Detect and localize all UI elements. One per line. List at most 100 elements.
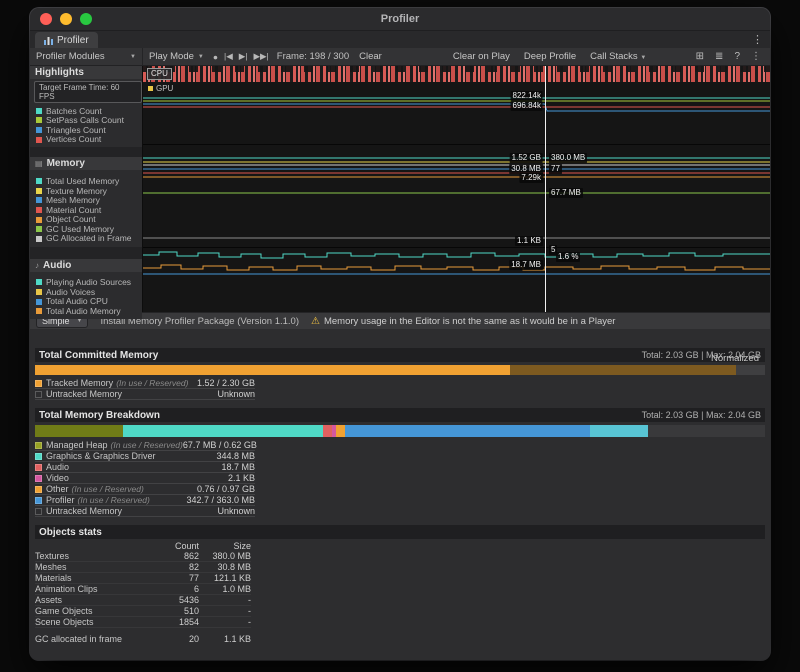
row-label: Game Objects — [35, 606, 155, 616]
zoom-button[interactable] — [80, 13, 92, 25]
legend-row[interactable]: Managed Heap (In use / Reserved) 67.7 MB… — [35, 440, 255, 451]
legend-row[interactable]: Profiler (In use / Reserved) 342.7 / 363… — [35, 495, 255, 506]
legend-item[interactable]: Playing Audio Sources — [30, 278, 142, 288]
titlebar[interactable]: Profiler — [30, 8, 770, 31]
legend-label: GC Allocated in Frame — [46, 234, 132, 243]
table-row-gc-allocated: GC allocated in frame 20 1.1 KB — [35, 634, 251, 644]
toolbar-right-icons: ⊞ ≣ ? ⋮ — [696, 51, 770, 62]
module-audio-header[interactable]: ♪ Audio — [30, 259, 142, 272]
row-count: 82 — [155, 562, 199, 572]
row-size: - — [199, 595, 251, 605]
tab-kebab-menu-icon[interactable]: ⋮ — [752, 33, 763, 46]
table-row: Meshes 82 30.8 MB — [35, 562, 251, 573]
legend-item[interactable]: Texture Memory — [30, 186, 142, 196]
profiler-modules-dropdown[interactable]: Profiler Modules ▼ — [30, 48, 143, 65]
gpu-color-chip — [148, 86, 153, 91]
legend-label: Audio — [46, 462, 69, 472]
legend-item[interactable]: Audio Voices — [30, 287, 142, 297]
kebab-menu-icon[interactable]: ⋮ — [751, 51, 761, 62]
profiler-chart-area[interactable]: CPU GPU — [143, 66, 770, 312]
window-title: Profiler — [30, 13, 770, 25]
legend-item[interactable]: Total Audio CPU — [30, 297, 142, 307]
module-highlights-header[interactable]: Highlights — [30, 66, 142, 79]
tab-profiler[interactable]: Profiler — [35, 32, 98, 48]
legend-item[interactable]: GC Allocated in Frame — [30, 234, 142, 244]
legend-row[interactable]: Video 2.1 KB — [35, 473, 255, 484]
list-icon[interactable]: ≣ — [715, 51, 723, 62]
chevron-down-icon: ▼ — [640, 55, 646, 61]
legend-item[interactable]: SetPass Calls Count — [30, 116, 142, 126]
record-icon[interactable]: ● — [210, 52, 221, 62]
bar-segment — [510, 365, 736, 375]
legend-label: Other — [46, 484, 69, 494]
legend-item[interactable]: Total Used Memory — [30, 176, 142, 186]
legend-row[interactable]: Graphics & Graphics Driver 344.8 MB — [35, 451, 255, 462]
legend-label: Playing Audio Sources — [46, 278, 131, 287]
prev-frame-icon[interactable]: |◀ — [221, 51, 236, 62]
row-label: Scene Objects — [35, 617, 155, 627]
call-stacks-dropdown[interactable]: Call Stacks ▼ — [590, 51, 646, 62]
legend-color-chip — [35, 464, 42, 471]
table-row: Materials 77 121.1 KB — [35, 573, 251, 584]
minimize-button[interactable] — [60, 13, 72, 25]
legend-color-chip — [36, 188, 42, 194]
profiler-toolbar: Profiler Modules ▼ Play Mode ▼ ● |◀ ▶| ▶… — [30, 48, 770, 66]
frame-playhead[interactable] — [545, 66, 546, 312]
legend-row[interactable]: Untracked Memory Unknown — [35, 389, 255, 400]
play-mode-dropdown[interactable]: Play Mode ▼ — [143, 48, 210, 65]
legend-item[interactable]: Vertices Count — [30, 135, 142, 145]
legend-value: 18.7 MB — [221, 462, 255, 472]
legend-item[interactable]: Material Count — [30, 205, 142, 215]
legend-value: 0.76 / 0.97 GB — [197, 484, 255, 494]
chart-value-marker: 1.52 GB — [510, 153, 543, 163]
toolbar-toggles: Clear on Play Deep Profile Call Stacks ▼ — [453, 51, 646, 62]
memory-legend: Total Used Memory Texture Memory Mesh Me… — [30, 170, 142, 246]
close-button[interactable] — [40, 13, 52, 25]
row-count: 6 — [155, 584, 199, 594]
normalized-toggle[interactable]: Normalized — [711, 353, 759, 364]
chart-value-marker: 7.29k — [519, 173, 543, 183]
cpu-row-label[interactable]: CPU — [147, 68, 172, 80]
clear-button[interactable]: Clear — [354, 51, 387, 62]
legend-item[interactable]: GC Used Memory — [30, 224, 142, 234]
legend-row[interactable]: Audio 18.7 MB — [35, 462, 255, 473]
bar-segment — [648, 425, 765, 437]
module-title: Memory — [47, 158, 85, 169]
legend-row[interactable]: Tracked Memory (In use / Reserved) 1.52 … — [35, 378, 255, 389]
gpu-row-label[interactable]: GPU — [148, 84, 173, 93]
legend-item[interactable]: Object Count — [30, 215, 142, 225]
row-size: - — [199, 617, 251, 627]
legend-value: Unknown — [217, 506, 255, 516]
legend-value: Unknown — [217, 389, 255, 399]
module-memory[interactable]: ▤ Memory Total Used Memory Texture Memor… — [30, 157, 142, 246]
legend-item[interactable]: Mesh Memory — [30, 196, 142, 206]
table-row: Game Objects 510 - — [35, 606, 251, 617]
legend-item[interactable]: Total Audio Memory — [30, 306, 142, 316]
bar-segment — [590, 425, 648, 437]
legend-label: Untracked Memory — [46, 389, 122, 399]
help-icon[interactable]: ? — [734, 51, 740, 62]
legend-item[interactable]: Triangles Count — [30, 125, 142, 135]
legend-item[interactable]: Batches Count — [30, 106, 142, 116]
clear-on-play-toggle[interactable]: Clear on Play — [453, 51, 510, 62]
next-frame-icon[interactable]: ▶| — [236, 51, 251, 62]
committed-memory-bar[interactable] — [35, 365, 765, 375]
row-size: 30.8 MB — [199, 562, 251, 572]
memory-breakdown-bar[interactable] — [35, 425, 765, 437]
highlights-legend: Batches Count SetPass Calls Count Triang… — [30, 104, 142, 147]
row-count: 5436 — [155, 595, 199, 605]
legend-suffix: (In use / Reserved) — [78, 495, 150, 505]
modules-sidebar: Highlights Target Frame Time: 60 FPS Bat… — [30, 66, 143, 312]
memory-module-icon: ▤ — [35, 159, 43, 168]
pane-icon[interactable]: ⊞ — [696, 51, 704, 62]
deep-profile-toggle[interactable]: Deep Profile — [524, 51, 576, 62]
module-audio[interactable]: ♪ Audio Playing Audio Sources Audio Voic… — [30, 259, 142, 319]
legend-label: Untracked Memory — [46, 506, 122, 516]
module-memory-header[interactable]: ▤ Memory — [30, 157, 142, 170]
current-frame-icon[interactable]: ▶▶| — [250, 51, 271, 62]
legend-row[interactable]: Untracked Memory Unknown — [35, 506, 255, 517]
legend-row[interactable]: Other (In use / Reserved) 0.76 / 0.97 GB — [35, 484, 255, 495]
legend-label: Tracked Memory — [46, 378, 113, 388]
module-highlights[interactable]: Highlights Target Frame Time: 60 FPS Bat… — [30, 66, 142, 147]
legend-color-chip — [35, 391, 42, 398]
